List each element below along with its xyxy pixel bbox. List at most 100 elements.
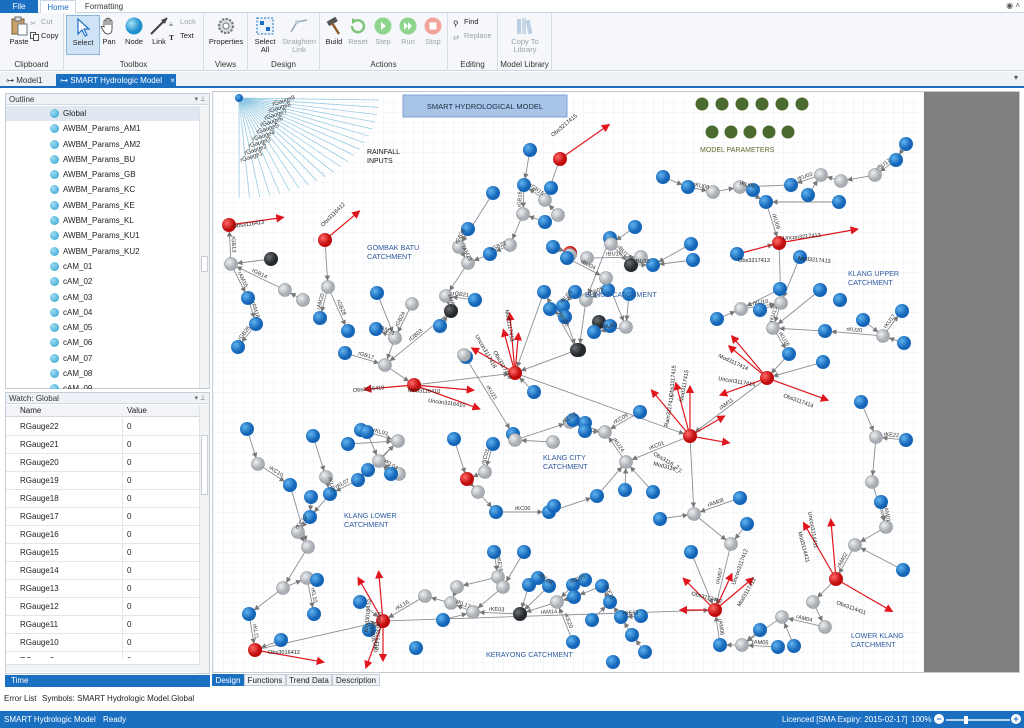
watch-row[interactable]: RGauge20 0 xyxy=(6,454,200,472)
catchment-node[interactable] xyxy=(606,655,620,669)
outline-item[interactable]: AWBM_Params_KU2 xyxy=(6,244,200,259)
catchment-node[interactable] xyxy=(274,633,288,647)
scroll-thumb[interactable] xyxy=(201,256,208,272)
junction-node[interactable] xyxy=(865,475,879,489)
tab-formatting[interactable]: Formatting xyxy=(80,0,128,13)
copy-button[interactable]: Copy xyxy=(30,30,59,41)
catchment-node[interactable] xyxy=(782,347,796,361)
tab-overflow-icon[interactable]: ▾ xyxy=(1014,73,1018,82)
junction-node[interactable] xyxy=(391,434,405,448)
gauge-station-node[interactable] xyxy=(708,603,722,617)
junction-node[interactable] xyxy=(869,430,883,444)
junction-node[interactable] xyxy=(724,537,738,551)
catchment-node[interactable] xyxy=(566,635,580,649)
catchment-node[interactable] xyxy=(899,433,913,447)
catchment-node[interactable] xyxy=(537,285,551,299)
catchment-node[interactable] xyxy=(409,641,423,655)
view-tab-functions[interactable]: Functions xyxy=(244,674,286,686)
outline-item[interactable]: cAM_04 xyxy=(6,305,200,320)
catchment-node[interactable] xyxy=(341,324,355,338)
watch-scrollbar[interactable] xyxy=(199,405,209,673)
junction-node[interactable] xyxy=(450,580,464,594)
outline-item[interactable]: cAM_07 xyxy=(6,351,200,366)
outline-item[interactable]: AWBM_Params_AM2 xyxy=(6,137,200,152)
watch-row[interactable]: RGauge18 0 xyxy=(6,490,200,508)
parameter-node[interactable] xyxy=(715,97,729,111)
junction-node[interactable] xyxy=(224,257,238,271)
junction-node[interactable] xyxy=(457,348,471,362)
watch-row[interactable]: RGauge22 0 xyxy=(6,418,200,436)
watch-row[interactable]: RGauge10 0 xyxy=(6,634,200,652)
outline-item[interactable]: cAM_09 xyxy=(6,381,200,389)
diagram-svg[interactable]: rGauge1rGauge2rGauge3rGauge4rGauge5rGaug… xyxy=(213,92,1020,673)
watch-row[interactable]: RGauge19 0 xyxy=(6,472,200,490)
find-button[interactable]: ⚲ Find xyxy=(453,16,479,28)
catchment-node[interactable] xyxy=(787,639,801,653)
catchment-node[interactable] xyxy=(486,186,500,200)
catchment-node[interactable] xyxy=(547,499,561,513)
outline-item[interactable]: AWBM_Params_GB xyxy=(6,167,200,182)
watch-row[interactable]: RGauge15 0 xyxy=(6,544,200,562)
junction-node[interactable] xyxy=(496,580,510,594)
catchment-node[interactable] xyxy=(489,505,503,519)
tab-home[interactable]: Home xyxy=(40,0,76,14)
catchment-node[interactable] xyxy=(341,437,355,451)
outline-item[interactable]: cAM_05 xyxy=(6,320,200,335)
dam-node[interactable] xyxy=(570,343,584,357)
outline-item[interactable]: AWBM_Params_KU1 xyxy=(6,228,200,243)
run-button[interactable]: Run xyxy=(394,15,422,55)
catchment-node[interactable] xyxy=(899,137,913,151)
catchment-node[interactable] xyxy=(733,491,747,505)
junction-node[interactable] xyxy=(378,358,392,372)
catchment-node[interactable] xyxy=(567,590,581,604)
catchment-node[interactable] xyxy=(625,628,639,642)
catchment-node[interactable] xyxy=(889,153,903,167)
catchment-node[interactable] xyxy=(433,319,447,333)
gauge-station-node[interactable] xyxy=(829,572,843,586)
junction-node[interactable] xyxy=(546,435,560,449)
outline-item[interactable]: AWBM_Params_KC xyxy=(6,182,200,197)
catchment-node[interactable] xyxy=(283,478,297,492)
outline-item[interactable]: cAM_06 xyxy=(6,335,200,350)
reset-button[interactable]: Reset xyxy=(344,15,372,55)
catchment-node[interactable] xyxy=(684,237,698,251)
parameter-node[interactable] xyxy=(705,125,719,139)
junction-node[interactable] xyxy=(834,174,848,188)
catchment-node[interactable] xyxy=(527,385,541,399)
catchment-node[interactable] xyxy=(771,640,785,654)
dam-node[interactable] xyxy=(513,607,527,621)
catchment-node[interactable] xyxy=(856,313,870,327)
catchment-node[interactable] xyxy=(544,181,558,195)
catchment-node[interactable] xyxy=(543,302,557,316)
junction-node[interactable] xyxy=(806,595,820,609)
parameter-node[interactable] xyxy=(743,125,757,139)
model-canvas[interactable]: rGauge1 rGauge2 rGauge3 rGauge4 rGauge5 rGaug… xyxy=(212,91,1020,673)
catchment-node[interactable] xyxy=(306,429,320,443)
junction-node[interactable] xyxy=(848,538,862,552)
zoom-in-button[interactable]: + xyxy=(1011,714,1021,724)
error-list-tab[interactable]: Error List xyxy=(4,692,36,706)
catchment-node[interactable] xyxy=(753,623,767,637)
gauge-station-node[interactable] xyxy=(760,371,774,385)
catchment-node[interactable] xyxy=(784,178,798,192)
catchment-node[interactable] xyxy=(370,286,384,300)
catchment-node[interactable] xyxy=(759,195,773,209)
watch-row[interactable]: RGauge12 0 xyxy=(6,598,200,616)
junction-node[interactable] xyxy=(278,283,292,297)
catchment-node[interactable] xyxy=(361,463,375,477)
parameter-node[interactable] xyxy=(762,125,776,139)
outline-scrollbar[interactable] xyxy=(199,106,209,388)
outline-item[interactable]: cAM_01 xyxy=(6,259,200,274)
catchment-node[interactable] xyxy=(307,607,321,621)
zoom-out-button[interactable]: − xyxy=(934,714,944,724)
help-icon[interactable]: ◉ xyxy=(1006,1,1013,10)
tab-file[interactable]: File xyxy=(0,0,38,13)
stop-button[interactable]: Stop xyxy=(419,15,447,55)
junction-node[interactable] xyxy=(687,507,701,521)
column-value[interactable]: Value xyxy=(127,405,147,417)
watch-horizontal-scrollbar[interactable] xyxy=(6,664,200,672)
parameter-node[interactable] xyxy=(735,97,749,111)
cut-button[interactable]: ✂ Cut xyxy=(30,16,53,28)
junction-node[interactable] xyxy=(405,297,419,311)
catchment-node[interactable] xyxy=(895,304,909,318)
